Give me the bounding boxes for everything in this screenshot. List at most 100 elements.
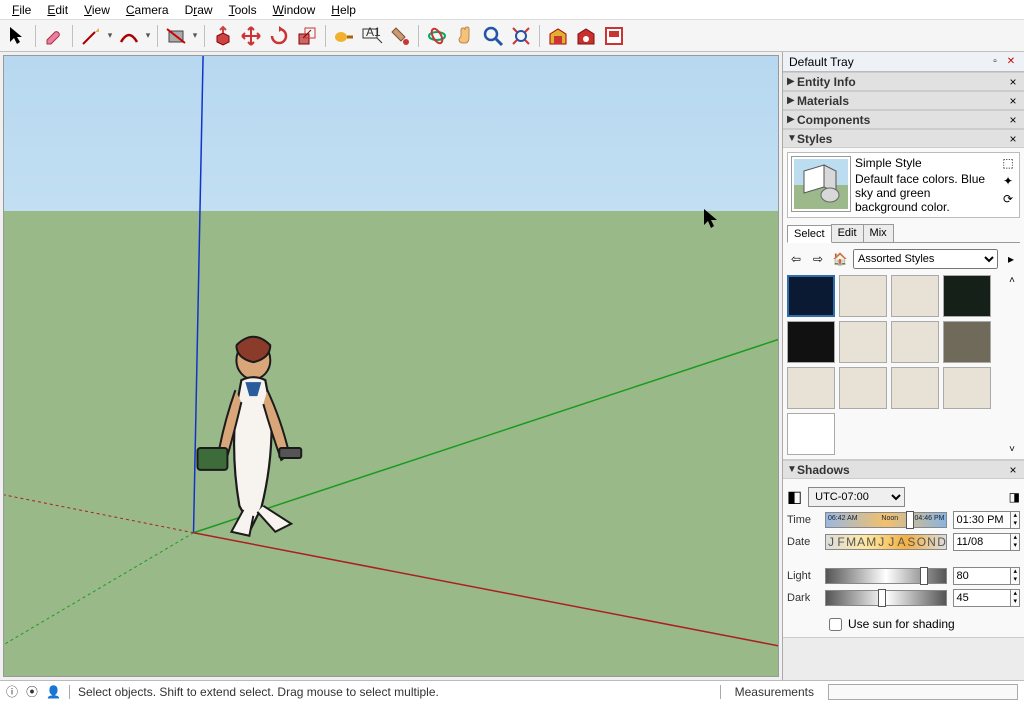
styles-thumbnails: ˄˅: [787, 275, 1020, 455]
time-label: Time: [787, 514, 819, 526]
style-thumb[interactable]: [839, 275, 887, 317]
style-create-icon[interactable]: ✦: [1003, 174, 1013, 188]
nav-back-icon[interactable]: ⇦: [787, 250, 805, 268]
tab-edit[interactable]: Edit: [831, 224, 864, 242]
shadow-settings-icon[interactable]: ◨: [1009, 490, 1020, 504]
dark-slider[interactable]: [825, 590, 947, 606]
tray-pin-icon[interactable]: ▫: [988, 55, 1002, 69]
menu-help[interactable]: Help: [325, 2, 362, 18]
menu-file[interactable]: File: [6, 2, 37, 18]
line-dropdown[interactable]: ▾: [106, 23, 114, 49]
tray-close-icon[interactable]: ✕: [1004, 55, 1018, 69]
close-icon[interactable]: ×: [1006, 94, 1020, 108]
close-icon[interactable]: ×: [1006, 113, 1020, 127]
menu-bar: File Edit View Camera Draw Tools Window …: [0, 0, 1024, 20]
menu-draw[interactable]: Draw: [179, 2, 219, 18]
style-thumb[interactable]: [943, 321, 991, 363]
style-thumb[interactable]: [787, 321, 835, 363]
menu-window[interactable]: Window: [267, 2, 322, 18]
scale-tool[interactable]: [294, 23, 320, 49]
rectangle-tool[interactable]: [163, 23, 189, 49]
zoom-tool[interactable]: [480, 23, 506, 49]
style-thumb[interactable]: [891, 367, 939, 409]
text-tool[interactable]: A1: [359, 23, 385, 49]
rotate-tool[interactable]: [266, 23, 292, 49]
arc-tool[interactable]: [116, 23, 142, 49]
styles-panel-body: Simple Style Default face colors. Blue s…: [783, 148, 1024, 460]
date-slider[interactable]: JFMAMJJASOND: [825, 534, 947, 550]
nav-home-icon[interactable]: 🏠: [831, 250, 849, 268]
style-update-icon[interactable]: ⬚: [1002, 156, 1013, 170]
style-preview-thumb[interactable]: [791, 156, 851, 212]
light-label: Light: [787, 570, 819, 582]
light-slider[interactable]: [825, 568, 947, 584]
axes-overlay: [4, 56, 778, 677]
warehouse-tool[interactable]: [545, 23, 571, 49]
panel-shadows[interactable]: ▼Shadows×: [783, 460, 1024, 479]
style-thumb[interactable]: [891, 321, 939, 363]
time-field[interactable]: [953, 511, 1011, 529]
style-thumb[interactable]: [943, 367, 991, 409]
zoom-extents-tool[interactable]: [508, 23, 534, 49]
panel-components[interactable]: ▶Components×: [783, 110, 1024, 129]
shadow-toggle-icon[interactable]: ◧: [787, 487, 802, 507]
panel-styles[interactable]: ▼Styles×: [783, 129, 1024, 148]
style-refresh-icon[interactable]: ⟳: [1003, 192, 1013, 206]
close-icon[interactable]: ×: [1006, 132, 1020, 146]
arc-dropdown[interactable]: ▾: [144, 23, 152, 49]
style-thumb[interactable]: [787, 275, 835, 317]
layout-tool[interactable]: [601, 23, 627, 49]
cursor-icon: [702, 208, 720, 233]
tray-titlebar[interactable]: Default Tray ▫ ✕: [783, 52, 1024, 72]
tab-mix[interactable]: Mix: [863, 224, 894, 242]
panel-entity-info[interactable]: ▶Entity Info×: [783, 72, 1024, 91]
light-field[interactable]: [953, 567, 1011, 585]
panel-materials[interactable]: ▶Materials×: [783, 91, 1024, 110]
menu-view[interactable]: View: [78, 2, 116, 18]
style-thumb[interactable]: [943, 275, 991, 317]
close-icon[interactable]: ×: [1006, 463, 1020, 477]
move-tool[interactable]: [238, 23, 264, 49]
status-credit-icon[interactable]: 👤: [46, 685, 61, 699]
shape-dropdown[interactable]: ▾: [191, 23, 199, 49]
style-thumb[interactable]: [787, 367, 835, 409]
scale-figure: [197, 337, 301, 536]
style-thumb[interactable]: [787, 413, 835, 455]
nav-forward-icon[interactable]: ⇨: [809, 250, 827, 268]
status-help-icon[interactable]: ⓘ: [6, 683, 18, 700]
style-thumb[interactable]: [839, 321, 887, 363]
line-tool[interactable]: [78, 23, 104, 49]
dark-field[interactable]: [953, 589, 1011, 607]
timezone-select[interactable]: UTC-07:00: [808, 487, 905, 507]
status-geo-icon[interactable]: ⦿: [26, 683, 38, 700]
main-toolbar: ▾ ▾ ▾ A1: [0, 20, 1024, 52]
measurements-field[interactable]: [828, 684, 1018, 700]
model-viewport[interactable]: [3, 55, 779, 677]
style-thumb[interactable]: [891, 275, 939, 317]
style-name[interactable]: Simple Style: [855, 156, 996, 170]
thumbs-scrollbar[interactable]: ˄˅: [1004, 275, 1020, 455]
measurements-label: Measurements: [729, 685, 820, 699]
menu-tools[interactable]: Tools: [223, 2, 263, 18]
styles-browser-nav: ⇦ ⇨ 🏠 Assorted Styles ▸: [787, 249, 1020, 269]
orbit-tool[interactable]: [424, 23, 450, 49]
tape-tool[interactable]: [331, 23, 357, 49]
date-field[interactable]: [953, 533, 1011, 551]
nav-details-icon[interactable]: ▸: [1002, 250, 1020, 268]
status-bar: ⓘ ⦿ 👤 Select objects. Shift to extend se…: [0, 680, 1024, 702]
eraser-tool[interactable]: [41, 23, 67, 49]
tray-title-text: Default Tray: [789, 55, 854, 69]
pushpull-tool[interactable]: [210, 23, 236, 49]
tab-select[interactable]: Select: [787, 225, 832, 243]
pan-tool[interactable]: [452, 23, 478, 49]
time-slider[interactable]: 06:42 AM Noon 04:46 PM: [825, 512, 947, 528]
style-thumb[interactable]: [839, 367, 887, 409]
menu-edit[interactable]: Edit: [41, 2, 74, 18]
select-tool[interactable]: [4, 23, 30, 49]
menu-camera[interactable]: Camera: [120, 2, 175, 18]
extensions-tool[interactable]: [573, 23, 599, 49]
styles-collection-select[interactable]: Assorted Styles: [853, 249, 998, 269]
paint-tool[interactable]: [387, 23, 413, 49]
close-icon[interactable]: ×: [1006, 75, 1020, 89]
use-sun-checkbox[interactable]: [829, 618, 842, 631]
